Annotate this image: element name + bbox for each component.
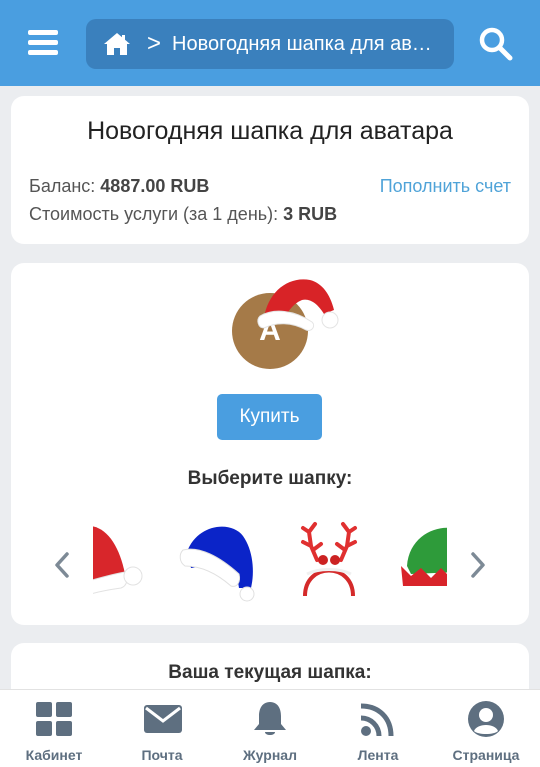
mail-icon [144, 705, 182, 733]
elf-hat-option[interactable] [399, 516, 447, 606]
red-santa-hat-option[interactable] [93, 516, 165, 606]
rss-icon [360, 703, 394, 737]
page-title: Новогодняя шапка для аватара [87, 117, 453, 145]
chevron-left-icon[interactable] [53, 551, 71, 579]
hat-carousel [93, 516, 447, 606]
avatar-preview: А [232, 270, 342, 369]
top-bar: > Новогодняя шапка для ава... [0, 0, 540, 86]
nav-cabinet[interactable]: Кабинет [0, 690, 108, 767]
chevron-right-icon[interactable] [469, 551, 487, 579]
nav-label: Журнал [243, 747, 297, 763]
hat-selection-card: А Купить Выберите шапку: [11, 263, 529, 625]
breadcrumb-title[interactable]: Новогодняя шапка для ава... [172, 33, 434, 56]
nav-label: Почта [141, 747, 183, 763]
home-icon[interactable] [103, 32, 131, 56]
cost-label: Стоимость услуги (за 1 день): [29, 204, 279, 224]
balance-label: Баланс: [29, 176, 96, 196]
user-icon [468, 701, 504, 737]
nav-mail[interactable]: Почта [108, 690, 216, 767]
buy-button[interactable]: Купить [217, 394, 322, 440]
santa-hat-icon [257, 279, 339, 331]
balance-value: 4887.00 RUB [100, 176, 210, 196]
balance-text: Баланс: 4887.00 RUB [29, 176, 209, 197]
topup-link[interactable]: Пополнить счет [380, 176, 511, 197]
grid-icon [36, 702, 72, 736]
nav-label: Страница [452, 747, 520, 763]
cost-text: Стоимость услуги (за 1 день): 3 RUB [29, 204, 337, 225]
choose-hat-label: Выберите шапку: [187, 468, 353, 489]
nav-feed[interactable]: Лента [324, 690, 432, 767]
nav-label: Лента [357, 747, 399, 763]
blue-santa-hat-option[interactable] [179, 516, 259, 606]
current-hat-label: Ваша текущая шапка: [168, 662, 372, 683]
bottom-nav: Кабинет Почта Журнал Лента Страница [0, 689, 540, 767]
breadcrumb-separator: > [147, 30, 162, 57]
bell-icon [254, 702, 286, 735]
nav-journal[interactable]: Журнал [216, 690, 324, 767]
reindeer-antlers-option[interactable] [289, 516, 369, 606]
breadcrumb[interactable]: > Новогодняя шапка для ава... [86, 19, 454, 69]
service-info-card: Новогодняя шапка для аватара Баланс: 488… [11, 96, 529, 244]
menu-icon[interactable] [26, 26, 60, 60]
nav-page[interactable]: Страница [432, 690, 540, 767]
search-icon[interactable] [478, 26, 514, 62]
nav-label: Кабинет [25, 747, 83, 763]
cost-value: 3 RUB [283, 204, 338, 224]
